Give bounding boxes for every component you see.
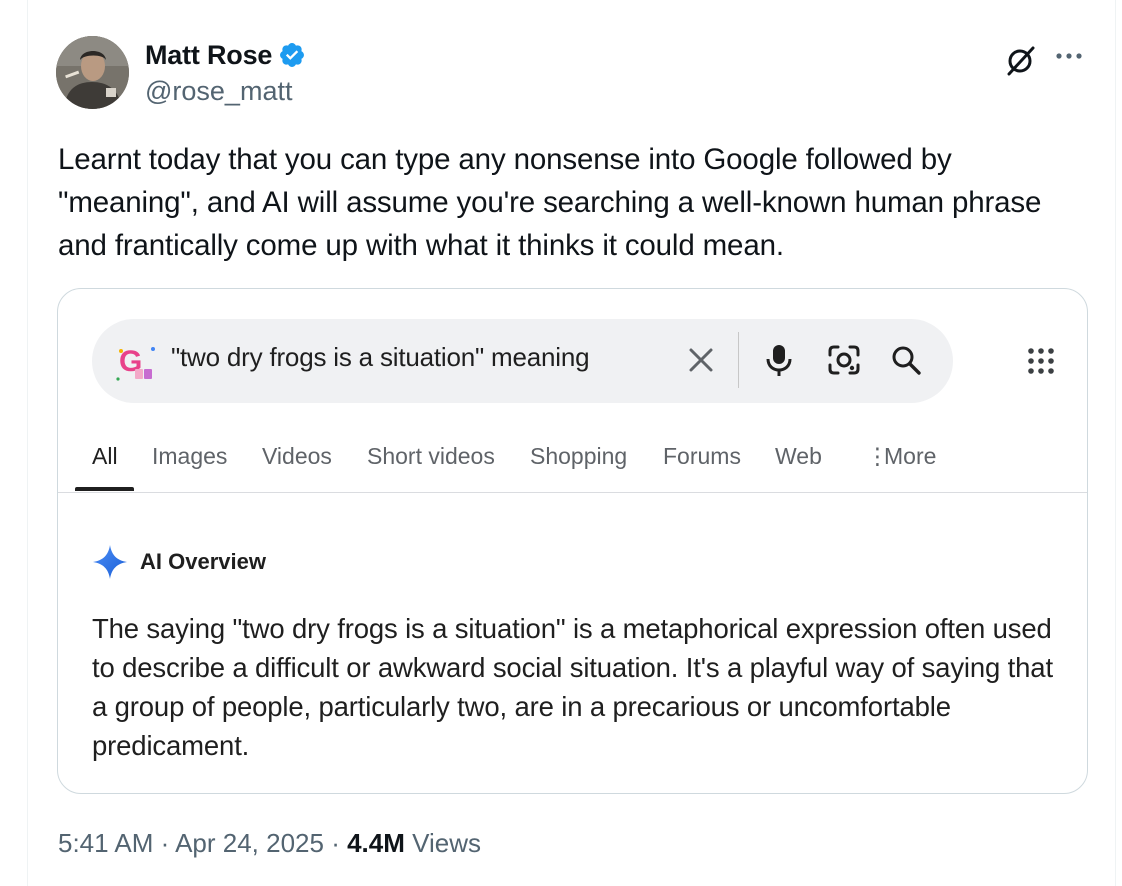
grok-icon [1007, 46, 1035, 76]
mic-icon[interactable] [762, 342, 796, 378]
tab-more-label: More [884, 443, 937, 469]
handle[interactable]: @rose_matt [145, 76, 292, 107]
tab-short-videos[interactable]: Short videos [367, 443, 495, 470]
meta-separator: · [153, 828, 176, 858]
tab-all[interactable]: All [92, 443, 118, 470]
active-tab-indicator [75, 487, 134, 491]
views-label: Views [412, 828, 482, 858]
verified-badge-icon [280, 43, 305, 67]
tweet: Matt Rose @rose_matt Learnt today that y… [0, 0, 1122, 886]
grok-button[interactable] [1003, 44, 1037, 78]
tab-more[interactable]: ⋮More [866, 443, 936, 470]
tab-web[interactable]: Web [775, 443, 822, 470]
views-count[interactable]: 4.4M [347, 828, 405, 858]
gemini-sparkle-icon [93, 545, 127, 579]
timeline-border-left [27, 0, 28, 886]
tab-forums[interactable]: Forums [663, 443, 741, 470]
display-name[interactable]: Matt Rose [145, 40, 272, 71]
search-bar[interactable]: G "two dry frogs is a situation" meaning [92, 319, 953, 403]
ai-overview-text: The saying "two dry frogs is a situation… [92, 613, 1053, 761]
lens-icon[interactable] [826, 343, 862, 377]
google-doodle-icon[interactable]: G [115, 341, 159, 385]
ai-overview-title: AI Overview [140, 549, 266, 574]
tab-videos[interactable]: Videos [262, 443, 332, 470]
tweet-time[interactable]: 5:41 AM [58, 828, 153, 858]
tweet-text: Learnt today that you can type any nonse… [58, 143, 1042, 262]
search-icon[interactable] [889, 343, 923, 377]
more-vertical-icon: ⋮ [866, 443, 889, 469]
search-tabs: All Images Videos Short videos Shopping … [58, 439, 1087, 493]
apps-grid-icon[interactable] [1024, 344, 1058, 378]
avatar[interactable] [56, 36, 129, 109]
search-divider [738, 332, 739, 388]
clear-icon[interactable] [685, 344, 717, 376]
tweet-meta: 5:41 AM · Apr 24, 2025 · 4.4M Views [58, 828, 481, 859]
meta-separator: · [323, 828, 348, 858]
more-horizontal-icon [1056, 53, 1082, 59]
media-card[interactable]: G "two dry frogs is a situation" meaning [57, 288, 1088, 794]
author-name-row[interactable]: Matt Rose [145, 38, 306, 72]
tab-images[interactable]: Images [152, 443, 227, 470]
avatar-photo [56, 36, 129, 109]
tweet-date[interactable]: Apr 24, 2025 [175, 828, 324, 858]
timeline-border-right [1115, 0, 1116, 886]
search-query[interactable]: "two dry frogs is a situation" meaning [171, 342, 590, 373]
tab-shopping[interactable]: Shopping [530, 443, 627, 470]
more-options-button[interactable] [1052, 44, 1086, 78]
